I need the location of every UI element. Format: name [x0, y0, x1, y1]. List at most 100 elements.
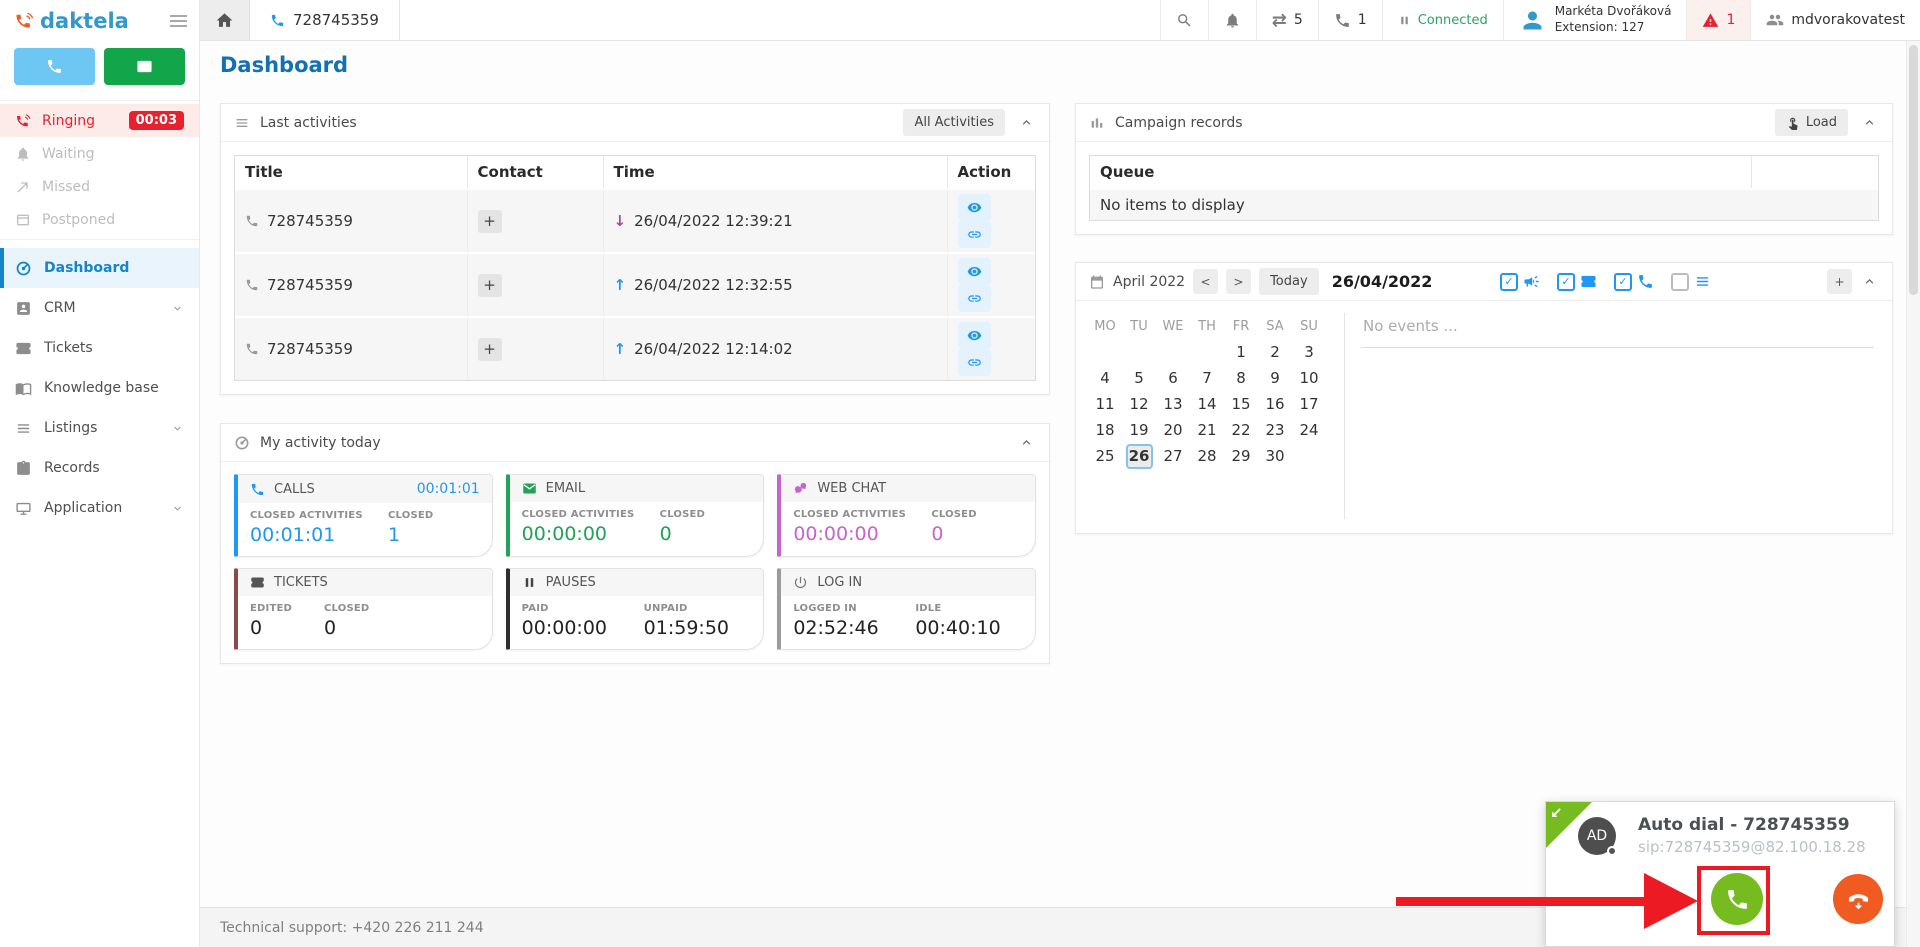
- calendar-prev-button[interactable]: <: [1193, 269, 1218, 294]
- call-state-waiting[interactable]: Waiting: [0, 137, 199, 170]
- calendar-day[interactable]: 27: [1156, 443, 1190, 469]
- calendar-day[interactable]: 22: [1224, 417, 1258, 443]
- calendar-day[interactable]: 9: [1258, 365, 1292, 391]
- calendar-day[interactable]: 16: [1258, 391, 1292, 417]
- view-activity-button[interactable]: [958, 194, 991, 221]
- calendar-day[interactable]: 13: [1156, 391, 1190, 417]
- search-button[interactable]: [1160, 0, 1208, 40]
- calendar-next-button[interactable]: >: [1226, 269, 1251, 294]
- calendar-day[interactable]: 6: [1156, 365, 1190, 391]
- calendar-day[interactable]: 1: [1224, 339, 1258, 365]
- calendar-day[interactable]: 14: [1190, 391, 1224, 417]
- call-state-missed[interactable]: Missed: [0, 170, 199, 203]
- calendar-day-selected[interactable]: 26: [1126, 444, 1153, 469]
- calendar-day[interactable]: 29: [1224, 443, 1258, 469]
- ticket-icon: [15, 340, 32, 357]
- transfers-button[interactable]: ⇄ 5: [1256, 0, 1318, 40]
- sidebar-collapse-icon[interactable]: [170, 15, 187, 27]
- calendar-day[interactable]: 25: [1088, 443, 1122, 469]
- link-activity-button[interactable]: [958, 285, 991, 312]
- link-activity-button[interactable]: [958, 221, 991, 248]
- sidebar-item-records[interactable]: Records: [0, 448, 199, 488]
- new-call-button[interactable]: [14, 48, 95, 85]
- tickets-checkbox[interactable]: ✓: [1557, 273, 1575, 291]
- sidebar-item-knowledge-base[interactable]: Knowledge base: [0, 368, 199, 408]
- list-icon: [15, 420, 32, 437]
- load-button[interactable]: Load: [1775, 109, 1848, 136]
- home-tab[interactable]: [200, 0, 250, 40]
- ticket-icon: [250, 575, 265, 590]
- active-call-tab[interactable]: 728745359: [250, 0, 400, 40]
- calendar-day[interactable]: 4: [1088, 365, 1122, 391]
- scrollbar-thumb[interactable]: [1909, 45, 1918, 295]
- sidebar-item-application[interactable]: Application: [0, 488, 199, 528]
- alerts-button[interactable]: 1: [1686, 0, 1750, 40]
- connection-status[interactable]: Connected: [1382, 0, 1503, 40]
- add-contact-button[interactable]: +: [478, 338, 502, 361]
- calendar-day[interactable]: 5: [1122, 365, 1156, 391]
- calendar-day[interactable]: 23: [1258, 417, 1292, 443]
- add-event-button[interactable]: +: [1827, 269, 1852, 294]
- account-menu[interactable]: mdvorakovatest: [1750, 0, 1920, 40]
- calendar-day[interactable]: 8: [1224, 365, 1258, 391]
- calendar-day-header: FR: [1224, 313, 1258, 339]
- view-activity-button[interactable]: [958, 322, 991, 349]
- user-extension: Extension: 127: [1555, 20, 1672, 36]
- activity-title: 728745359: [267, 212, 353, 230]
- calendar-day[interactable]: 19: [1122, 417, 1156, 443]
- stat-value: 00:00:00: [522, 617, 628, 639]
- calls-checkbox[interactable]: ✓: [1614, 273, 1632, 291]
- book-icon: [15, 380, 32, 397]
- collapse-panel-button[interactable]: [1860, 113, 1879, 132]
- calendar-day[interactable]: 21: [1190, 417, 1224, 443]
- pickup-call-button[interactable]: [1833, 874, 1883, 924]
- table-row: 728745359 + ↑26/04/2022 12:32:55: [235, 253, 1035, 317]
- column-header-time: Time: [603, 156, 947, 189]
- activity-card-webchat: WEB CHAT CLOSED ACTIVITIES00:00:00 CLOSE…: [777, 474, 1036, 557]
- calendar-day[interactable]: 7: [1190, 365, 1224, 391]
- sidebar-item-dashboard[interactable]: Dashboard: [0, 248, 199, 288]
- lists-checkbox[interactable]: ✓: [1671, 273, 1689, 291]
- calendar-today-button[interactable]: Today: [1259, 268, 1319, 295]
- calendar-day[interactable]: 20: [1156, 417, 1190, 443]
- call-state-postponed[interactable]: Postponed: [0, 203, 199, 236]
- calendar-day[interactable]: 24: [1292, 417, 1326, 443]
- activity-card-tickets: TICKETS EDITED0 CLOSED0: [234, 568, 493, 650]
- events-input[interactable]: No events ...: [1361, 311, 1874, 348]
- column-header-queue: Queue: [1090, 156, 1752, 189]
- scrollbar[interactable]: [1906, 41, 1920, 947]
- call-state-ringing[interactable]: Ringing 00:03: [0, 104, 199, 137]
- activities-filter-button[interactable]: All Activities: [903, 109, 1005, 136]
- calendar-day[interactable]: 17: [1292, 391, 1326, 417]
- calendar-day[interactable]: 18: [1088, 417, 1122, 443]
- notifications-button[interactable]: [1208, 0, 1256, 40]
- collapse-panel-button[interactable]: [1017, 113, 1036, 132]
- collapse-panel-button[interactable]: [1860, 272, 1879, 291]
- campaigns-checkbox[interactable]: ✓: [1500, 273, 1518, 291]
- collapse-panel-button[interactable]: [1017, 433, 1036, 452]
- calendar-day[interactable]: 30: [1258, 443, 1292, 469]
- call-state-label: Waiting: [42, 146, 95, 162]
- sidebar-item-tickets[interactable]: Tickets: [0, 328, 199, 368]
- user-menu[interactable]: Markéta Dvořáková Extension: 127: [1503, 0, 1687, 40]
- sidebar-item-crm[interactable]: CRM: [0, 288, 199, 328]
- link-activity-button[interactable]: [958, 349, 991, 376]
- new-email-button[interactable]: [104, 48, 185, 85]
- add-contact-button[interactable]: +: [478, 274, 502, 297]
- calendar-filters: ✓ ✓ ✓ ✓: [1500, 273, 1711, 291]
- calendar-day[interactable]: 15: [1224, 391, 1258, 417]
- calendar-day[interactable]: 28: [1190, 443, 1224, 469]
- view-activity-button[interactable]: [958, 258, 991, 285]
- check-icon: ✓: [1618, 275, 1627, 288]
- user-name: Markéta Dvořáková: [1555, 4, 1672, 20]
- stat-value: 01:59:50: [644, 617, 729, 639]
- calendar-day[interactable]: 3: [1292, 339, 1326, 365]
- calendar-day[interactable]: 10: [1292, 365, 1326, 391]
- activity-title: 728745359: [267, 276, 353, 294]
- add-contact-button[interactable]: +: [478, 210, 502, 233]
- calendar-day[interactable]: 11: [1088, 391, 1122, 417]
- calendar-day[interactable]: 2: [1258, 339, 1292, 365]
- sidebar-item-listings[interactable]: Listings: [0, 408, 199, 448]
- calendar-day[interactable]: 12: [1122, 391, 1156, 417]
- calls-button[interactable]: 1: [1318, 0, 1382, 40]
